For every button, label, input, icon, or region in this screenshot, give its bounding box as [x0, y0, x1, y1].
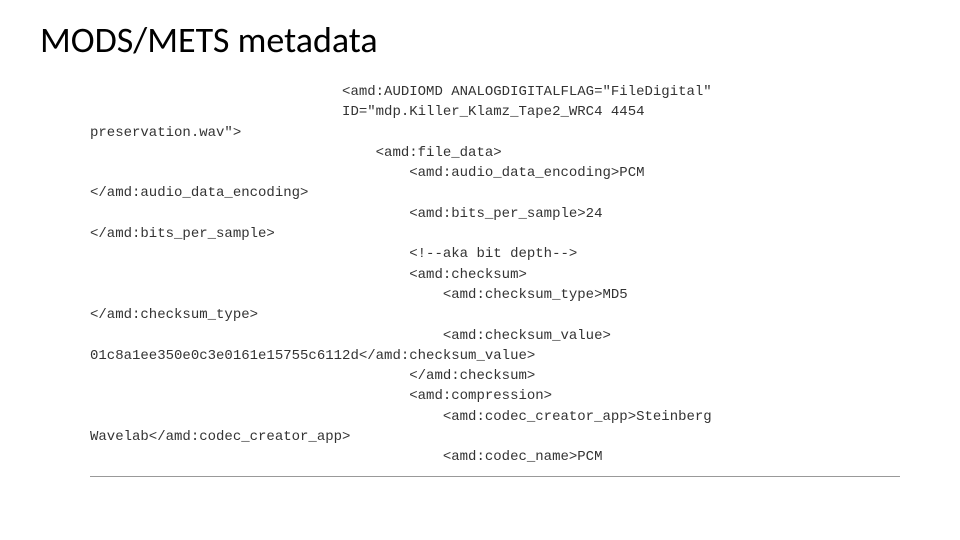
code-line: </amd:checksum_type> — [90, 305, 900, 325]
code-line: </amd:checksum> — [90, 366, 900, 386]
code-line: </amd:bits_per_sample> — [90, 224, 900, 244]
code-line: ID="mdp.Killer_Klamz_Tape2_WRC4 4454 — [90, 102, 900, 122]
code-line: <amd:file_data> — [90, 143, 900, 163]
code-line: <amd:checksum_value> — [90, 326, 900, 346]
code-line: <amd:bits_per_sample>24 — [90, 204, 900, 224]
code-line: <amd:checksum_type>MD5 — [90, 285, 900, 305]
code-line: Wavelab</amd:codec_creator_app> — [90, 427, 900, 447]
code-line: <amd:checksum> — [90, 265, 900, 285]
code-line: <amd:codec_creator_app>Steinberg — [90, 407, 900, 427]
code-line: <!--aka bit depth--> — [90, 244, 900, 264]
code-line: 01c8a1ee350e0c3e0161e15755c6112d</amd:ch… — [90, 346, 900, 366]
code-line: </amd:audio_data_encoding> — [90, 183, 900, 203]
code-line: preservation.wav"> — [90, 123, 900, 143]
code-line: <amd:compression> — [90, 386, 900, 406]
page-title: MODS/METS metadata — [40, 18, 378, 62]
code-line: <amd:codec_name>PCM — [90, 447, 900, 467]
code-line: <amd:audio_data_encoding>PCM — [90, 163, 900, 183]
code-line: <amd:AUDIOMD ANALOGDIGITALFLAG="FileDigi… — [90, 82, 900, 102]
xml-code-block: <amd:AUDIOMD ANALOGDIGITALFLAG="FileDigi… — [90, 82, 900, 477]
